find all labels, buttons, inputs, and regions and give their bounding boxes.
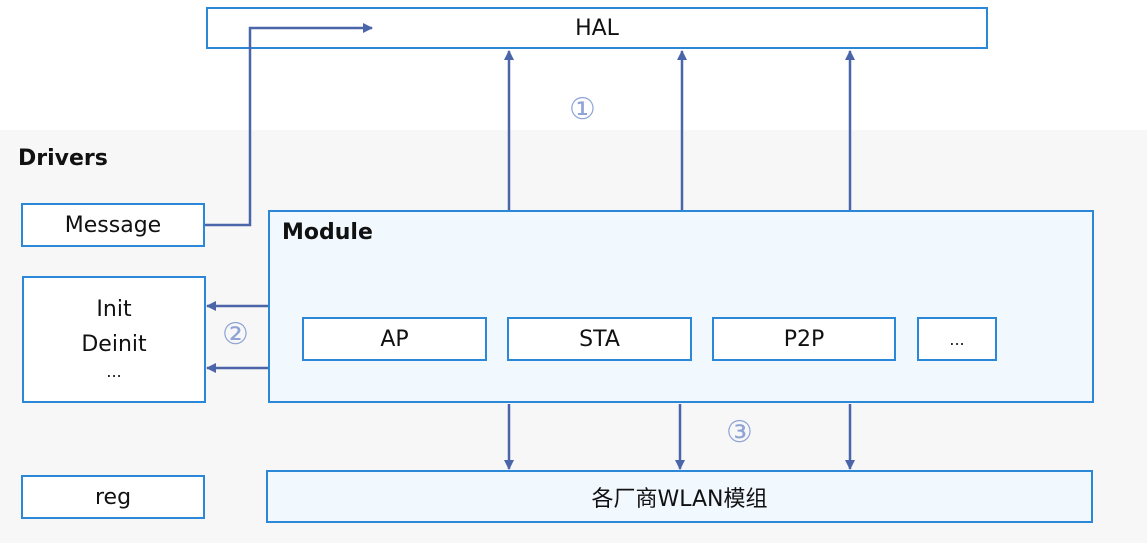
marker-1: ① — [569, 92, 596, 127]
marker-3: ③ — [726, 415, 753, 450]
message-to-hal-arrow — [205, 23, 373, 227]
marker-2: ② — [222, 317, 249, 352]
connector-arrows — [205, 23, 855, 470]
